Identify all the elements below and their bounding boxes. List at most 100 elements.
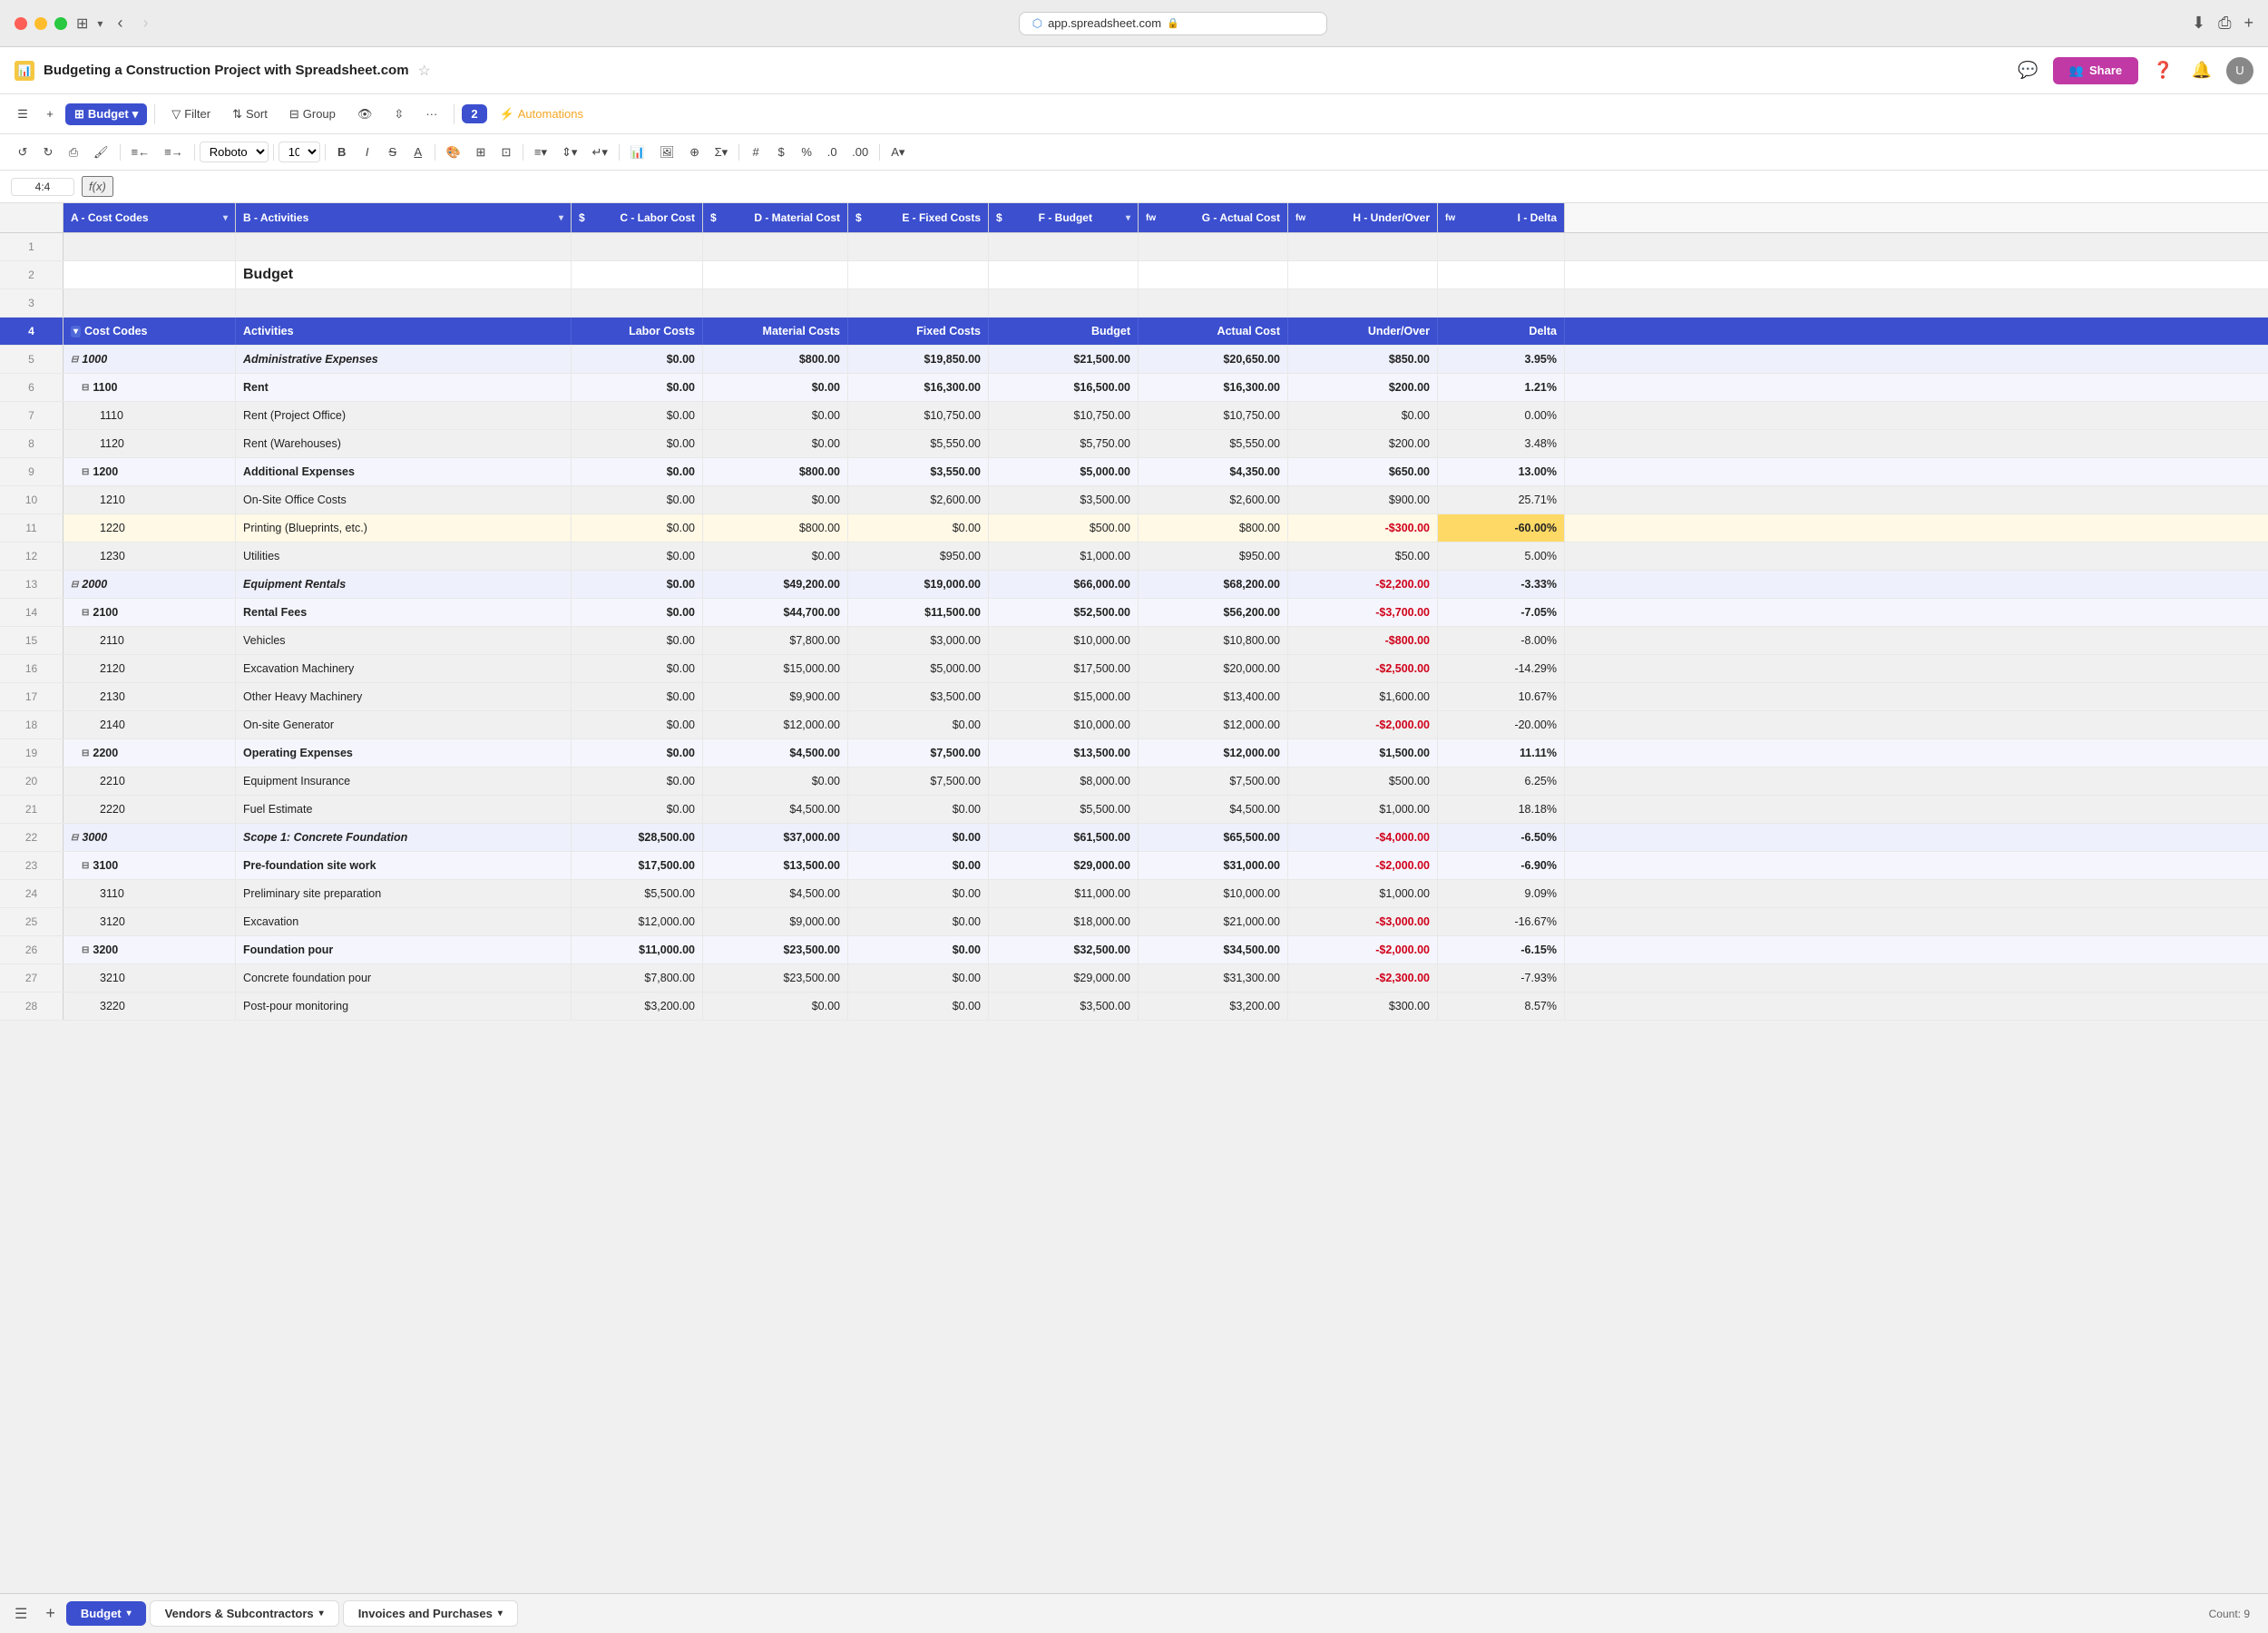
cell[interactable]: ⊟3200 <box>64 936 236 963</box>
cell[interactable]: $800.00 <box>703 346 848 373</box>
cell[interactable]: $28,500.00 <box>572 824 703 851</box>
font-size-select[interactable]: 10 <box>279 142 320 162</box>
cell[interactable]: $5,750.00 <box>989 430 1139 457</box>
sort-button[interactable]: ⇅ Sort <box>223 103 277 125</box>
group-button[interactable]: ⊟ Group <box>280 103 345 125</box>
cell[interactable]: $0.00 <box>848 514 989 542</box>
cell[interactable] <box>64 289 236 317</box>
cell[interactable]: 8.57% <box>1438 993 1565 1020</box>
redo-button[interactable]: ↻ <box>36 142 60 162</box>
invoices-tab-dropdown-icon[interactable]: ▾ <box>498 1609 503 1618</box>
cell[interactable]: -$2,300.00 <box>1288 964 1438 992</box>
cell[interactable]: $0.00 <box>703 402 848 429</box>
col-a-dropdown-icon[interactable]: ▾ <box>223 213 228 223</box>
cell[interactable]: $0.00 <box>848 908 989 935</box>
cell[interactable]: 6.25% <box>1438 768 1565 795</box>
cell[interactable]: 3.48% <box>1438 430 1565 457</box>
cell[interactable]: Utilities <box>236 543 572 570</box>
cell[interactable]: Rental Fees <box>236 599 572 626</box>
cell[interactable]: Foundation pour <box>236 936 572 963</box>
cell[interactable]: $0.00 <box>848 936 989 963</box>
cell[interactable]: 10.67% <box>1438 683 1565 710</box>
cell[interactable]: $19,000.00 <box>848 571 989 598</box>
cell[interactable]: $0.00 <box>572 402 703 429</box>
cell[interactable]: $5,000.00 <box>989 458 1139 485</box>
avatar[interactable]: U <box>2226 57 2253 84</box>
budget-view-button[interactable]: ⊞ Budget ▾ <box>65 103 147 125</box>
cell[interactable]: Material Costs <box>703 318 848 345</box>
formula-input[interactable] <box>121 180 2257 193</box>
strikethrough-button[interactable]: S <box>381 142 405 161</box>
cell[interactable]: -3.33% <box>1438 571 1565 598</box>
automations-button[interactable]: ⚡ Automations <box>491 103 592 125</box>
cell[interactable]: ⊟2000 <box>64 571 236 598</box>
cell[interactable]: $44,700.00 <box>703 599 848 626</box>
cell[interactable]: ⊟1000 <box>64 346 236 373</box>
more-button[interactable]: ··· <box>416 103 446 124</box>
cell[interactable]: $52,500.00 <box>989 599 1139 626</box>
cell[interactable]: $19,850.00 <box>848 346 989 373</box>
cell[interactable]: $23,500.00 <box>703 936 848 963</box>
cell[interactable]: $1,000.00 <box>1288 796 1438 823</box>
cell[interactable]: ⊟1100 <box>64 374 236 401</box>
align-horizontal-button[interactable]: ≡▾ <box>528 142 553 162</box>
cell[interactable]: $1,600.00 <box>1288 683 1438 710</box>
cell[interactable]: 5.00% <box>1438 543 1565 570</box>
cell[interactable]: $0.00 <box>572 627 703 654</box>
cell[interactable]: $11,000.00 <box>572 936 703 963</box>
new-tab-icon[interactable]: + <box>2244 14 2253 33</box>
cell[interactable]: $850.00 <box>1288 346 1438 373</box>
sidebar-toggle-button[interactable]: ⊞ <box>76 15 88 33</box>
cell[interactable]: -14.29% <box>1438 655 1565 682</box>
cell[interactable]: $0.00 <box>848 824 989 851</box>
bold-button[interactable]: B <box>330 142 354 161</box>
col-header-b[interactable]: B - Activities ▾ <box>236 203 572 232</box>
share-button[interactable]: 👥 Share <box>2053 57 2138 84</box>
cell[interactable]: $16,300.00 <box>1139 374 1288 401</box>
col-header-a[interactable]: A - Cost Codes ▾ <box>64 203 236 232</box>
cell[interactable]: $0.00 <box>572 796 703 823</box>
cell[interactable]: ⊟3100 <box>64 852 236 879</box>
cell[interactable] <box>848 261 989 288</box>
cell[interactable] <box>848 289 989 317</box>
cell[interactable]: $10,750.00 <box>1139 402 1288 429</box>
cell[interactable] <box>236 233 572 260</box>
cell[interactable]: $10,800.00 <box>1139 627 1288 654</box>
cell[interactable]: $650.00 <box>1288 458 1438 485</box>
cell[interactable]: -20.00% <box>1438 711 1565 738</box>
cell[interactable]: On-Site Office Costs <box>236 486 572 513</box>
cell[interactable]: Rent (Warehouses) <box>236 430 572 457</box>
cell[interactable]: $0.00 <box>572 739 703 767</box>
cell[interactable]: $5,550.00 <box>1139 430 1288 457</box>
cell[interactable]: $200.00 <box>1288 374 1438 401</box>
cell[interactable]: Equipment Insurance <box>236 768 572 795</box>
cell[interactable] <box>572 289 703 317</box>
cell[interactable]: $0.00 <box>848 880 989 907</box>
cell[interactable]: $13,400.00 <box>1139 683 1288 710</box>
cell[interactable]: -$2,000.00 <box>1288 852 1438 879</box>
cell[interactable]: $500.00 <box>1288 768 1438 795</box>
cell[interactable]: $0.00 <box>572 599 703 626</box>
cell[interactable]: $56,200.00 <box>1139 599 1288 626</box>
cell[interactable]: $5,500.00 <box>572 880 703 907</box>
cell[interactable] <box>1139 233 1288 260</box>
cell[interactable]: $0.00 <box>572 374 703 401</box>
cell[interactable]: $900.00 <box>1288 486 1438 513</box>
cell[interactable]: $500.00 <box>989 514 1139 542</box>
cell[interactable]: $7,800.00 <box>703 627 848 654</box>
cell[interactable]: $34,500.00 <box>1139 936 1288 963</box>
url-bar[interactable]: ⬡ app.spreadsheet.com 🔒 <box>1019 12 1327 35</box>
cell[interactable]: $0.00 <box>572 458 703 485</box>
cell[interactable]: $5,500.00 <box>989 796 1139 823</box>
cell[interactable]: Excavation <box>236 908 572 935</box>
col-f-dropdown-icon[interactable]: ▾ <box>1126 213 1130 223</box>
cell[interactable] <box>64 261 236 288</box>
cell[interactable]: $0.00 <box>848 964 989 992</box>
cell[interactable]: 2210 <box>64 768 236 795</box>
dec-increase-button[interactable]: .00 <box>846 142 875 161</box>
cell[interactable]: $1,500.00 <box>1288 739 1438 767</box>
cell[interactable]: $0.00 <box>703 543 848 570</box>
star-icon[interactable]: ☆ <box>418 62 431 80</box>
cell[interactable]: 3.95% <box>1438 346 1565 373</box>
cell[interactable]: $0.00 <box>572 711 703 738</box>
